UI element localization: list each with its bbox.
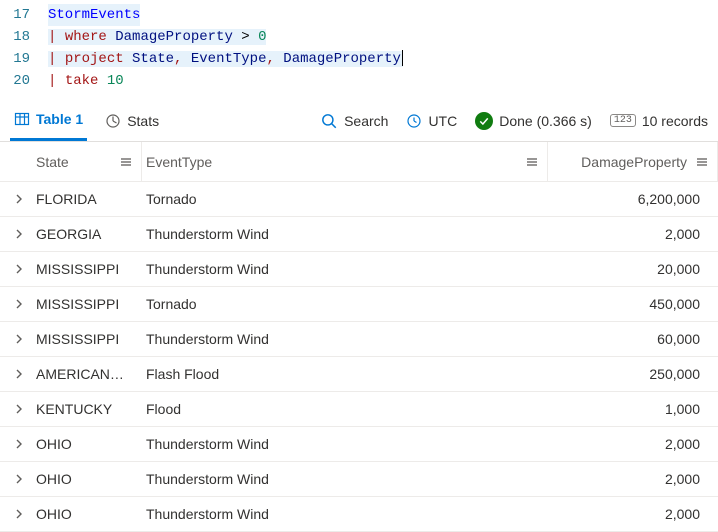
cell-state: MISSISSIPPI xyxy=(32,261,142,277)
tab-table[interactable]: Table 1 xyxy=(10,100,87,141)
table-row[interactable]: OHIOThunderstorm Wind2,000 xyxy=(0,497,718,532)
expand-row-icon[interactable] xyxy=(6,333,32,345)
editor-line[interactable]: 17StormEvents xyxy=(0,4,718,26)
table-row[interactable]: GEORGIAThunderstorm Wind2,000 xyxy=(0,217,718,252)
stats-icon xyxy=(105,113,121,129)
cell-damage: 250,000 xyxy=(548,366,718,382)
cell-state: FLORIDA xyxy=(32,191,142,207)
line-number: 17 xyxy=(0,4,48,26)
record-count: 123 10 records xyxy=(610,113,708,129)
table-row[interactable]: OHIOThunderstorm Wind2,000 xyxy=(0,427,718,462)
code-content[interactable]: | where DamageProperty > 0 xyxy=(48,26,718,48)
cell-damage: 450,000 xyxy=(548,296,718,312)
cell-state: AMERICAN… xyxy=(32,366,142,382)
hamburger-icon[interactable] xyxy=(119,155,133,169)
check-icon xyxy=(475,112,493,130)
results-toolbar: Table 1 Stats Search UTC Done (0.366 s) … xyxy=(0,100,718,142)
expand-row-icon[interactable] xyxy=(6,473,32,485)
cell-state: MISSISSIPPI xyxy=(32,331,142,347)
cell-event: Thunderstorm Wind xyxy=(142,506,548,522)
cell-state: KENTUCKY xyxy=(32,401,142,417)
count-icon: 123 xyxy=(610,114,636,127)
tab-stats[interactable]: Stats xyxy=(105,113,159,129)
table-row[interactable]: MISSISSIPPIThunderstorm Wind60,000 xyxy=(0,322,718,357)
code-content[interactable]: | project State, EventType, DamageProper… xyxy=(48,48,718,70)
expand-row-icon[interactable] xyxy=(6,228,32,240)
cell-damage: 2,000 xyxy=(548,471,718,487)
col-header-state[interactable]: State xyxy=(32,142,142,181)
cell-event: Thunderstorm Wind xyxy=(142,226,548,242)
status-text: Done (0.366 s) xyxy=(499,113,592,129)
col-header-event[interactable]: EventType xyxy=(142,142,548,181)
hamburger-icon[interactable] xyxy=(695,155,709,169)
grid-header: State EventType DamageProperty xyxy=(0,142,718,182)
clock-icon xyxy=(406,113,422,129)
results-grid: State EventType DamageProperty FLORIDATo… xyxy=(0,142,718,532)
record-count-text: 10 records xyxy=(642,113,708,129)
line-number: 18 xyxy=(0,26,48,48)
cell-state: OHIO xyxy=(32,436,142,452)
search-icon xyxy=(320,112,338,130)
expand-row-icon[interactable] xyxy=(6,298,32,310)
utc-label: UTC xyxy=(428,113,457,129)
query-editor[interactable]: 17StormEvents18| where DamageProperty > … xyxy=(0,0,718,100)
col-header-event-label: EventType xyxy=(146,154,212,170)
cell-event: Flood xyxy=(142,401,548,417)
table-icon xyxy=(14,111,30,127)
table-row[interactable]: AMERICAN…Flash Flood250,000 xyxy=(0,357,718,392)
line-number: 19 xyxy=(0,48,48,70)
table-row[interactable]: MISSISSIPPITornado450,000 xyxy=(0,287,718,322)
expand-row-icon[interactable] xyxy=(6,438,32,450)
line-number: 20 xyxy=(0,70,48,92)
cell-state: OHIO xyxy=(32,506,142,522)
expand-row-icon[interactable] xyxy=(6,403,32,415)
editor-line[interactable]: 18| where DamageProperty > 0 xyxy=(0,26,718,48)
cell-damage: 6,200,000 xyxy=(548,191,718,207)
expand-row-icon[interactable] xyxy=(6,368,32,380)
hamburger-icon[interactable] xyxy=(525,155,539,169)
code-content[interactable]: | take 10 xyxy=(48,70,718,92)
cell-damage: 2,000 xyxy=(548,506,718,522)
expand-row-icon[interactable] xyxy=(6,193,32,205)
col-header-damage[interactable]: DamageProperty xyxy=(548,142,718,181)
cell-damage: 2,000 xyxy=(548,226,718,242)
cell-event: Tornado xyxy=(142,191,548,207)
cell-event: Thunderstorm Wind xyxy=(142,261,548,277)
search-button[interactable]: Search xyxy=(320,112,388,130)
tab-stats-label: Stats xyxy=(127,113,159,129)
utc-button[interactable]: UTC xyxy=(406,113,457,129)
tab-table-label: Table 1 xyxy=(36,111,83,127)
cell-damage: 20,000 xyxy=(548,261,718,277)
editor-line[interactable]: 19| project State, EventType, DamageProp… xyxy=(0,48,718,70)
cell-event: Thunderstorm Wind xyxy=(142,436,548,452)
cell-event: Thunderstorm Wind xyxy=(142,471,548,487)
expand-row-icon[interactable] xyxy=(6,263,32,275)
cell-damage: 1,000 xyxy=(548,401,718,417)
code-content[interactable]: StormEvents xyxy=(48,4,718,26)
col-header-damage-label: DamageProperty xyxy=(581,154,687,170)
table-row[interactable]: KENTUCKYFlood1,000 xyxy=(0,392,718,427)
cell-state: MISSISSIPPI xyxy=(32,296,142,312)
table-row[interactable]: OHIOThunderstorm Wind2,000 xyxy=(0,462,718,497)
cell-state: OHIO xyxy=(32,471,142,487)
editor-line[interactable]: 20| take 10 xyxy=(0,70,718,92)
status: Done (0.366 s) xyxy=(475,112,592,130)
cell-event: Tornado xyxy=(142,296,548,312)
cell-damage: 2,000 xyxy=(548,436,718,452)
cell-damage: 60,000 xyxy=(548,331,718,347)
table-row[interactable]: MISSISSIPPIThunderstorm Wind20,000 xyxy=(0,252,718,287)
cell-state: GEORGIA xyxy=(32,226,142,242)
cell-event: Flash Flood xyxy=(142,366,548,382)
search-label: Search xyxy=(344,113,388,129)
expand-row-icon[interactable] xyxy=(6,508,32,520)
col-header-state-label: State xyxy=(36,154,69,170)
cell-event: Thunderstorm Wind xyxy=(142,331,548,347)
text-cursor xyxy=(402,50,403,66)
table-row[interactable]: FLORIDATornado6,200,000 xyxy=(0,182,718,217)
